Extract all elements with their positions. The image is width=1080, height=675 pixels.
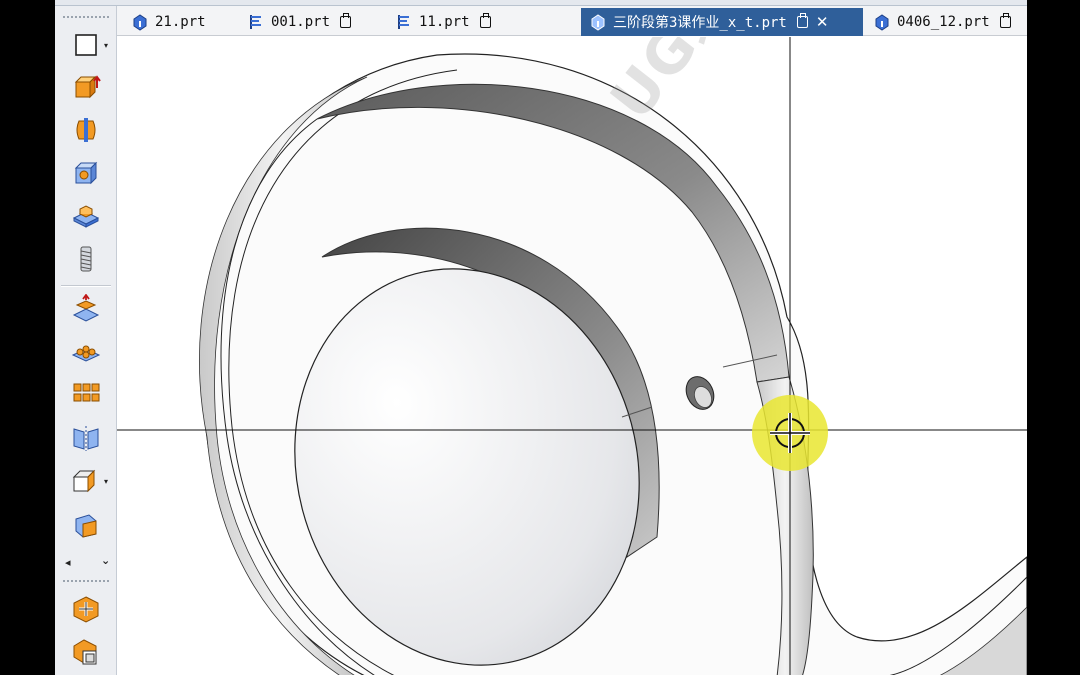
tab-0406-12-prt[interactable]: 0406_12.prt — [869, 8, 1019, 36]
tab-close-icon[interactable]: ✕ — [816, 13, 829, 31]
toolbar-expand[interactable]: ⌄ — [101, 554, 110, 567]
app-window: ▾ ▾ ◂ ⌄ 21.prt 001.prt 11.prt 三阶段第3课作业_x… — [55, 0, 1027, 675]
block-feature-icon[interactable] — [69, 464, 103, 498]
toolbar-scroll-left[interactable]: ◂ — [65, 556, 71, 569]
tab-label: 0406_12.prt — [897, 14, 990, 30]
tab-pin-icon[interactable] — [340, 13, 352, 28]
tab-active-part[interactable]: 三阶段第3课作业_x_t.prt ✕ — [581, 8, 863, 36]
toolbar-separator — [61, 285, 111, 287]
tab-pin-icon[interactable] — [479, 13, 491, 28]
tab-21-prt[interactable]: 21.prt — [127, 8, 235, 36]
tab-label: 11.prt — [419, 14, 470, 30]
tab-001-prt[interactable]: 001.prt — [243, 8, 383, 36]
revolve-icon[interactable] — [69, 113, 103, 147]
block-dropdown-arrow[interactable]: ▾ — [104, 478, 112, 486]
select-dropdown-arrow[interactable]: ▾ — [104, 42, 112, 50]
copy-object-icon[interactable] — [69, 635, 103, 669]
tab-11-prt[interactable]: 11.prt — [391, 8, 581, 36]
tab-label: 21.prt — [155, 14, 206, 30]
tab-pin-icon[interactable] — [999, 13, 1011, 28]
tab-pin-icon[interactable] — [796, 13, 808, 28]
pattern-face-icon[interactable] — [69, 378, 103, 412]
part-icon — [591, 14, 605, 31]
tab-label: 001.prt — [271, 14, 331, 30]
part-icon — [875, 14, 889, 31]
extrude-icon[interactable] — [69, 70, 103, 104]
document-tab-bar: 21.prt 001.prt 11.prt 三阶段第3课作业_x_t.prt ✕… — [117, 6, 1027, 36]
thread-icon[interactable] — [69, 242, 103, 276]
tab-label: 三阶段第3课作业_x_t.prt — [613, 15, 787, 31]
feature-toolbar: ▾ ▾ ◂ ⌄ — [55, 6, 117, 675]
section-view-icon[interactable] — [69, 507, 103, 541]
pattern-feature-icon[interactable] — [69, 335, 103, 369]
part-icon — [133, 14, 147, 31]
assembly-part-icon — [398, 15, 409, 29]
offset-face-icon[interactable] — [69, 292, 103, 326]
model-view[interactable] — [117, 37, 1027, 675]
assembly-part-icon — [250, 15, 261, 29]
hole-icon[interactable] — [69, 156, 103, 190]
mirror-icon[interactable] — [69, 421, 103, 455]
toolbar-grip[interactable] — [63, 580, 109, 583]
boss-icon[interactable] — [69, 199, 103, 233]
toolbar-grip[interactable] — [63, 16, 109, 19]
select-rectangle-icon[interactable] — [69, 28, 103, 62]
graphics-window[interactable]: UG编程 — [117, 37, 1027, 675]
move-object-icon[interactable] — [69, 592, 103, 626]
